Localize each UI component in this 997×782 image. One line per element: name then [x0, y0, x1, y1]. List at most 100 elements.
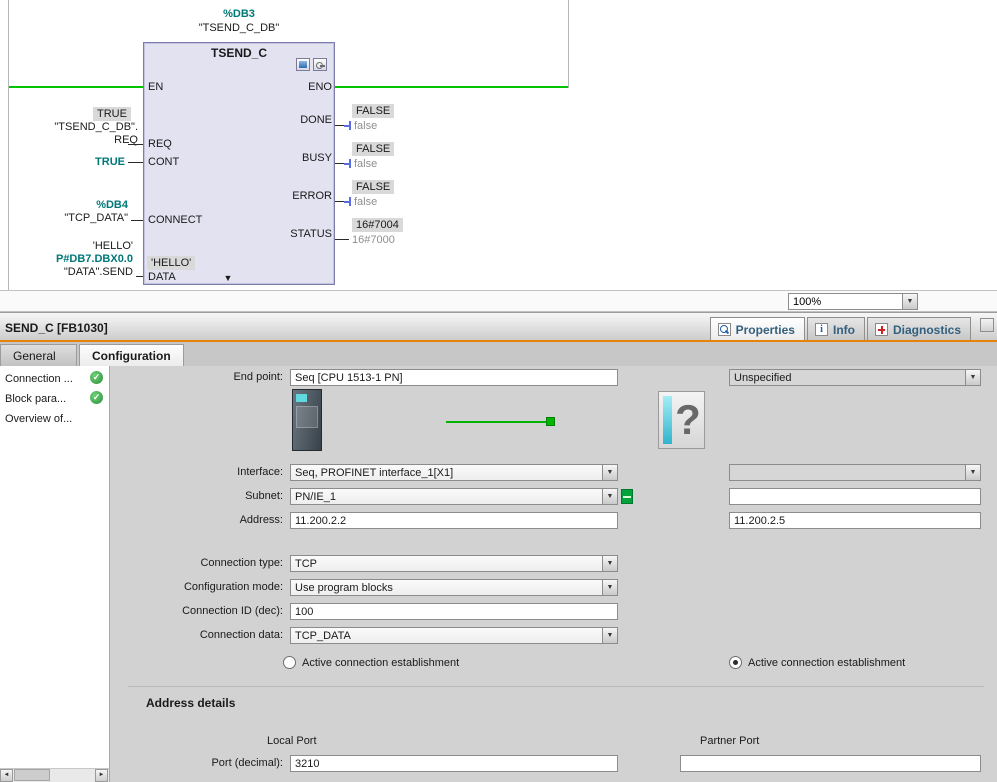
subnet-partner-field[interactable]	[729, 488, 981, 505]
instance-db-number[interactable]: %DB3	[143, 8, 335, 20]
status-operand[interactable]: 16#7000	[352, 234, 395, 246]
chevron-down-icon[interactable]: ▼	[602, 465, 617, 480]
device-stripe	[663, 396, 672, 444]
subnet-label: Subnet:	[120, 490, 283, 502]
req-operand-db[interactable]: "TSEND_C_DB".	[18, 121, 138, 133]
tab-info[interactable]: i Info	[807, 317, 865, 340]
data-value[interactable]: 'HELLO'	[53, 240, 133, 252]
nav-item-connection-parameters[interactable]: Connection ...	[0, 371, 88, 388]
pin-eno: ENO	[254, 81, 332, 93]
pin-error: ERROR	[254, 190, 332, 202]
tab-properties-label: Properties	[736, 323, 795, 337]
active-establishment-partner-radio[interactable]	[729, 656, 742, 669]
block-snapshot-icon[interactable]	[296, 58, 310, 71]
partner-port-field[interactable]	[680, 755, 981, 772]
ladder-network-editor[interactable]: %DB3 "TSEND_C_DB" TSEND_C EN REQ CONT CO…	[0, 0, 997, 290]
connect-stub-wire	[131, 220, 143, 221]
chevron-down-icon[interactable]: ▼	[965, 465, 980, 480]
status-ok-icon: ✓	[90, 391, 103, 404]
inspector-title: SEND_C [FB1030]	[5, 321, 108, 335]
interface-local-select[interactable]: Seq, PROFINET interface_1[X1] ▼	[290, 464, 618, 481]
subnet-local-select[interactable]: PN/IE_1 ▼	[290, 488, 618, 505]
done-stub-wire	[335, 125, 344, 126]
error-stub-wire	[335, 201, 344, 202]
pin-en: EN	[148, 81, 163, 93]
interface-label: Interface:	[120, 466, 283, 478]
connection-type-select[interactable]: TCP ▼	[290, 555, 618, 572]
configuration-nav: Connection ... ✓ Block para... ✓ Overvie…	[0, 366, 110, 782]
tab-diagnostics[interactable]: Diagnostics	[867, 317, 971, 340]
busy-operand[interactable]: false	[354, 158, 377, 170]
partner-unknown-device-image: ?	[658, 391, 705, 449]
interface-local-value: Seq, PROFINET interface_1[X1]	[295, 467, 453, 479]
address-partner-field[interactable]: 11.200.2.5	[729, 512, 981, 529]
tab-properties[interactable]: Properties	[710, 317, 805, 340]
nav-hscrollbar-thumb[interactable]	[14, 769, 50, 781]
status-stub-wire	[335, 239, 349, 240]
interface-partner-select[interactable]: ▼	[729, 464, 981, 481]
data-stub-wire	[136, 276, 143, 277]
req-operand-member[interactable]: REQ	[18, 134, 138, 146]
scroll-right-icon[interactable]: ►	[95, 769, 108, 782]
chevron-down-icon[interactable]: ▼	[965, 370, 980, 385]
connect-operand[interactable]: "TCP_DATA"	[28, 212, 128, 224]
connection-data-value: TCP_DATA	[295, 630, 351, 642]
pin-req: REQ	[148, 138, 172, 150]
connection-type-value: TCP	[295, 558, 317, 570]
error-negation-marker-icon	[344, 196, 351, 207]
connection-id-label: Connection ID (dec):	[120, 605, 283, 617]
active-establishment-local-radio[interactable]	[283, 656, 296, 669]
done-monitor-value: FALSE	[352, 104, 394, 118]
tia-portal-window: %DB3 "TSEND_C_DB" TSEND_C EN REQ CONT CO…	[0, 0, 997, 782]
subnet-local-value: PN/IE_1	[295, 491, 336, 503]
chevron-down-icon[interactable]: ▼	[602, 489, 617, 504]
nav-item-overview[interactable]: Overview of...	[0, 411, 88, 428]
chevron-down-icon[interactable]: ▼	[602, 580, 617, 595]
tsend-c-block[interactable]: TSEND_C EN REQ CONT CONNECT 'HELLO' DATA…	[143, 42, 335, 285]
data-inline-monitor: 'HELLO'	[147, 256, 195, 270]
pin-done: DONE	[254, 114, 332, 126]
error-operand[interactable]: false	[354, 196, 377, 208]
nav-item-block-parameters[interactable]: Block para...	[0, 391, 88, 408]
local-port-field[interactable]: 3210	[290, 755, 618, 772]
address-local-field[interactable]: 11.200.2.2	[290, 512, 618, 529]
connection-id-field[interactable]: 100	[290, 603, 618, 620]
end-point-label: End point:	[120, 371, 283, 383]
local-cpu-image	[292, 389, 322, 451]
chevron-down-icon[interactable]: ▼	[902, 294, 917, 309]
subtab-configuration[interactable]: Configuration	[79, 344, 184, 366]
active-establishment-partner-label: Active connection establishment	[748, 657, 905, 669]
end-point-local-field[interactable]: Seq [CPU 1513-1 PN]	[290, 369, 618, 386]
inspector-subtabs: General Configuration	[0, 342, 997, 366]
end-point-partner-select[interactable]: Unspecified ▼	[729, 369, 981, 386]
error-monitor-value: FALSE	[352, 180, 394, 194]
connection-type-label: Connection type:	[120, 557, 283, 569]
cont-constant[interactable]: TRUE	[45, 156, 125, 168]
port-decimal-label: Port (decimal):	[120, 757, 283, 769]
done-operand[interactable]: false	[354, 120, 377, 132]
connection-data-select[interactable]: TCP_DATA ▼	[290, 627, 618, 644]
cont-stub-wire	[128, 162, 143, 163]
configuration-mode-select[interactable]: Use program blocks ▼	[290, 579, 618, 596]
block-collapse-icon[interactable]: ▼	[220, 273, 236, 283]
eno-wire	[335, 86, 568, 88]
chevron-down-icon[interactable]: ▼	[602, 628, 617, 643]
instance-db-name[interactable]: "TSEND_C_DB"	[143, 22, 335, 34]
subtab-general[interactable]: General	[0, 344, 77, 366]
info-icon: i	[815, 323, 828, 336]
block-knowhow-protection-icon	[313, 58, 327, 71]
connect-db-number[interactable]: %DB4	[48, 199, 128, 211]
zoom-level-select[interactable]: 100% ▼	[788, 293, 918, 310]
data-pointer[interactable]: P#DB7.DBX0.0	[33, 253, 133, 265]
busy-monitor-value: FALSE	[352, 142, 394, 156]
scroll-left-icon[interactable]: ◄	[0, 769, 13, 782]
panel-collapse-icon[interactable]	[980, 318, 994, 332]
connection-endpoint-handle[interactable]	[546, 417, 555, 426]
status-ok-icon: ✓	[90, 371, 103, 384]
section-divider	[128, 686, 984, 687]
address-local-value: 11.200.2.2	[295, 515, 346, 527]
data-operand[interactable]: "DATA".SEND	[33, 266, 133, 278]
chevron-down-icon[interactable]: ▼	[602, 556, 617, 571]
pin-data: DATA	[148, 271, 176, 283]
pin-status: STATUS	[254, 228, 332, 240]
